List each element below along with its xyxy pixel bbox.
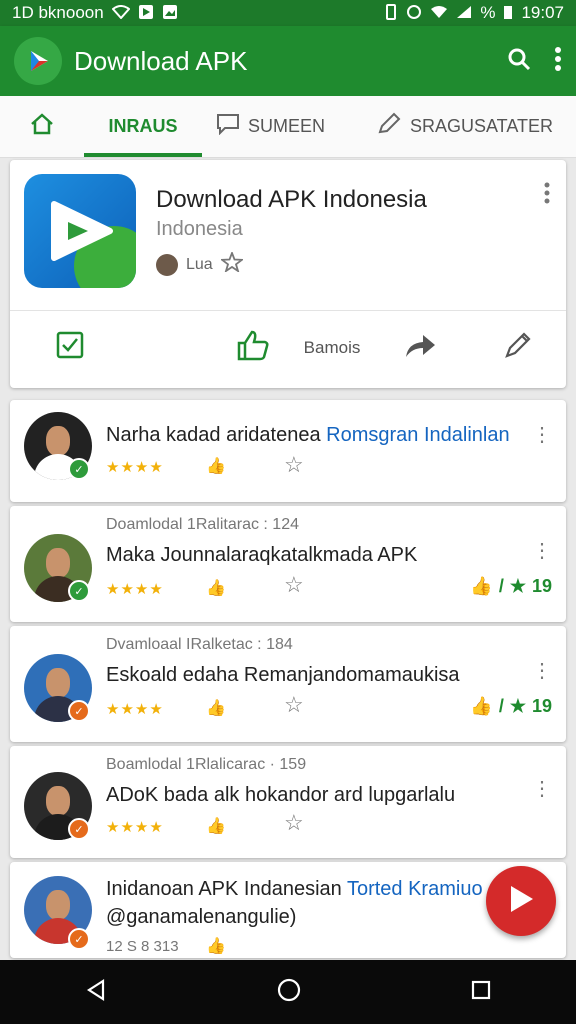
list-item[interactable]: ✓ Narha kadad aridatenea Romsgran Indali… (10, 400, 566, 502)
back-icon[interactable] (84, 978, 108, 1007)
review-text: Maka Jounnalaraqkatalkmada APK (106, 544, 418, 566)
home-circle-icon[interactable] (276, 977, 302, 1008)
star-outline-icon[interactable]: ☆ (284, 452, 304, 478)
more-vert-icon[interactable]: ⋮ (532, 422, 552, 447)
star-outline-icon[interactable]: ☆ (284, 810, 304, 836)
tab-label: SRAGUSATATER (410, 116, 554, 136)
app-card: Download APK Indonesia Indonesia Lua Bam… (10, 160, 566, 388)
verified-badge: ✓ (68, 580, 90, 602)
pen-icon (502, 329, 534, 366)
more-vert-icon[interactable]: ⋮ (532, 538, 552, 563)
check-square-icon (55, 330, 85, 365)
app-developer[interactable]: Indonesia (156, 218, 243, 241)
edit-icon (376, 112, 402, 141)
battery-text: % (480, 3, 496, 22)
star-add-icon[interactable] (219, 250, 245, 277)
more-vert-icon[interactable]: ⋮ (532, 776, 552, 801)
app-meta-label: Lua (186, 255, 213, 273)
review-text: Inidanoan APK Indanesian Torted Kramiuo (106, 878, 483, 900)
wifi-icon (430, 5, 448, 22)
thumbs-up-icon: 👍 (470, 576, 493, 596)
review-text: Eskoald edaha Remanjandomamaukisa (106, 664, 460, 686)
vibrate-icon (384, 3, 398, 23)
play-icon (507, 884, 535, 919)
review-text-line2: @ganamalenangulie) (106, 906, 297, 928)
star-outline-icon[interactable]: ☆ (284, 572, 304, 598)
verified-badge: ✓ (68, 700, 90, 722)
tab-home[interactable] (0, 96, 84, 157)
tab-sragusatater[interactable]: SRAGUSATATER (362, 96, 567, 157)
tab-label: INRAUS (108, 116, 178, 136)
list-item[interactable]: Boamlodal 1Rlalicarac · 159 ✓ ADoK bada … (10, 746, 566, 858)
list-item[interactable]: Doamlodal 1Ralitarac : 124 ✓ Maka Jounna… (10, 506, 566, 622)
app-meta: Lua (156, 250, 245, 277)
play-logo-icon[interactable] (14, 37, 62, 85)
review-subtitle: Doamlodal 1Ralitarac : 124 (106, 516, 299, 533)
search-icon[interactable] (506, 46, 532, 77)
home-icon (29, 112, 55, 141)
rating-stars: ★★★★ (106, 459, 164, 476)
review-text: Narha kadad aridatenea Romsgran Indalinl… (106, 424, 510, 446)
app-icon[interactable] (24, 174, 136, 288)
play-store-icon (138, 4, 154, 23)
review-score: 👍 / ★ 19 (470, 576, 552, 596)
app-bar-actions (506, 46, 562, 77)
more-vert-icon[interactable]: ⋮ (532, 658, 552, 683)
verified-badge: ✓ (68, 928, 90, 950)
recents-icon[interactable] (470, 979, 492, 1006)
comment-icon (216, 113, 240, 140)
rating-label: Bamois (303, 337, 361, 357)
install-button[interactable] (10, 330, 130, 365)
rating-stars: ★★★★ (106, 581, 164, 598)
play-fab-button[interactable] (486, 866, 556, 936)
thumbs-up-icon: 👍 (470, 696, 493, 716)
star-outline-icon[interactable]: ☆ (284, 692, 304, 718)
status-time: 19:07 (521, 3, 564, 22)
system-nav-bar (0, 960, 576, 1024)
thumbs-up-icon[interactable]: 👍 (206, 456, 226, 476)
app-bar-title: Download APK (74, 45, 248, 76)
thumbs-up-icon (236, 329, 270, 366)
play-icon (51, 201, 113, 261)
review-subtitle: Boamlodal 1Rlalicarac · 159 (106, 756, 307, 773)
alarm-icon (406, 4, 422, 23)
more-vert-icon[interactable] (554, 46, 562, 77)
photo-icon (162, 4, 178, 23)
wifi-icon (111, 4, 131, 22)
thumbs-up-icon[interactable]: 👍 (206, 578, 226, 598)
status-left: 1D bknooon (12, 3, 178, 23)
review-extra: 12 S 8 313 (106, 938, 179, 955)
tab-bar: INRAUS SUMEEN SRAGUSATATER (0, 96, 576, 158)
rating-button[interactable]: Bamois (270, 338, 370, 358)
list-item[interactable]: ✓ Inidanoan APK Indanesian Torted Kramiu… (10, 862, 566, 958)
tab-inraus[interactable]: INRAUS (84, 96, 202, 157)
app-name: Download APK Indonesia (156, 186, 427, 213)
more-vert-icon[interactable] (544, 182, 550, 210)
review-subtitle: Dvamloaal IRalketac : 184 (106, 636, 293, 653)
share-button[interactable] (370, 331, 470, 364)
signal-icon (456, 5, 472, 22)
review-score: 👍 / ★ 19 (470, 696, 552, 716)
edit-button[interactable] (470, 329, 566, 366)
thumbs-up-icon[interactable]: 👍 (206, 698, 226, 718)
app-bar: Download APK (0, 26, 576, 96)
thumbs-up-icon[interactable]: 👍 (206, 936, 226, 956)
rating-stars: ★★★★ (106, 701, 164, 718)
rating-stars: ★★★★ (106, 819, 164, 836)
thumbs-up-icon[interactable]: 👍 (206, 816, 226, 836)
avatar (156, 253, 178, 276)
battery-icon (503, 4, 513, 23)
review-text: ADoK bada alk hokandor ard lupgarlalu (106, 784, 456, 806)
app-action-row: Bamois (10, 310, 566, 384)
verified-badge: ✓ (68, 458, 90, 480)
status-right: % 19:07 (384, 3, 564, 23)
status-left-text: 1D bknooon (12, 3, 104, 22)
share-icon (403, 331, 437, 364)
tab-label: SUMEEN (248, 116, 326, 136)
like-button[interactable] (130, 329, 270, 366)
list-item[interactable]: Dvamloaal IRalketac : 184 ✓ Eskoald edah… (10, 626, 566, 742)
status-bar: 1D bknooon % 19:07 (0, 0, 576, 26)
tab-sumeen[interactable]: SUMEEN (202, 96, 362, 157)
verified-badge: ✓ (68, 818, 90, 840)
